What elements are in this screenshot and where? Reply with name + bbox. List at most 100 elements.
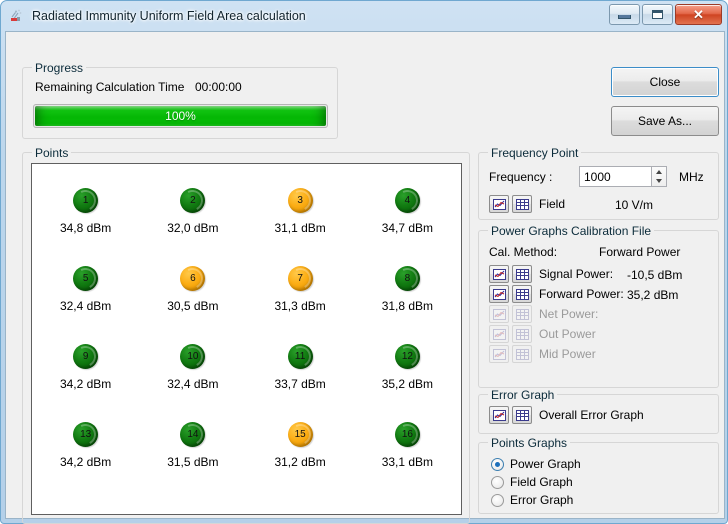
point-cell[interactable]: 1334,2 dBm xyxy=(32,422,139,500)
point-cell[interactable]: 1133,7 dBm xyxy=(247,344,354,422)
calibration-line-graph-icon[interactable] xyxy=(489,265,509,283)
point-status-dot[interactable]: 15 xyxy=(288,422,313,447)
maximize-icon xyxy=(652,10,663,19)
error-graph-group-title: Error Graph xyxy=(488,388,557,402)
field-row: Field xyxy=(489,195,565,213)
calibration-row: Forward Power: xyxy=(489,285,624,303)
radio-button-icon[interactable] xyxy=(491,476,504,489)
point-cell[interactable]: 5 32,4 dBm xyxy=(32,266,139,344)
point-value: 34,2 dBm xyxy=(60,377,111,391)
frequency-unit-label: MHz xyxy=(679,170,704,184)
frequency-input[interactable]: 1000 xyxy=(579,166,651,187)
points-graph-radio-option[interactable]: Error Graph xyxy=(491,493,573,507)
overall-error-line-graph-icon[interactable] xyxy=(489,406,509,424)
radio-button-icon[interactable] xyxy=(491,494,504,507)
overall-error-table-icon[interactable] xyxy=(512,406,532,424)
calibration-row-label: Out Power xyxy=(539,327,596,341)
point-cell[interactable]: 6 30,5 dBm xyxy=(139,266,246,344)
point-number: 5 xyxy=(83,274,89,284)
points-grid: 1 34,8 dBm 2 32,0 dBm 3 31,1 dBm 434,7 dBm 5 32,… xyxy=(32,188,461,500)
cal-method-label: Cal. Method: xyxy=(489,245,557,259)
progress-bar: 100% xyxy=(33,104,328,128)
point-cell[interactable]: 434,7 dBm xyxy=(354,188,461,266)
point-number: 16 xyxy=(402,430,413,440)
point-status-dot[interactable]: 3 xyxy=(288,188,313,213)
point-cell[interactable]: 2 32,0 dBm xyxy=(139,188,246,266)
chevron-down-icon xyxy=(656,179,662,183)
point-cell[interactable]: 731,3 dBm xyxy=(247,266,354,344)
point-cell[interactable]: 3 31,1 dBm xyxy=(247,188,354,266)
point-cell[interactable]: 831,8 dBm xyxy=(354,266,461,344)
point-status-dot[interactable]: 14 xyxy=(180,422,205,447)
calibration-row-value: 35,2 dBm xyxy=(627,288,678,302)
progress-percent-label: 100% xyxy=(165,109,196,123)
point-status-dot[interactable]: 9 xyxy=(73,344,98,369)
frequency-point-group-title: Frequency Point xyxy=(488,146,581,160)
point-status-dot[interactable]: 13 xyxy=(73,422,98,447)
field-line-graph-icon[interactable] xyxy=(489,195,509,213)
minimize-icon xyxy=(618,15,631,19)
point-status-dot[interactable]: 4 xyxy=(395,188,420,213)
remaining-time-label: Remaining Calculation Time xyxy=(35,80,184,94)
point-cell[interactable]: 1633,1 dBm xyxy=(354,422,461,500)
point-value: 32,4 dBm xyxy=(60,299,111,313)
close-window-button[interactable]: ✕ xyxy=(675,4,722,25)
point-number: 9 xyxy=(83,352,89,362)
frequency-point-group: Frequency Point Frequency : 1000 MHz xyxy=(478,152,719,220)
point-value: 32,0 dBm xyxy=(167,221,218,235)
calibration-table-icon xyxy=(512,325,532,343)
calibration-row-label: Forward Power: xyxy=(539,287,624,301)
minimize-button[interactable] xyxy=(609,4,640,25)
calibration-row-label: Signal Power: xyxy=(539,267,613,281)
maximize-button[interactable] xyxy=(642,4,673,25)
point-status-dot[interactable]: 6 xyxy=(180,266,205,291)
points-graph-radio-option[interactable]: Power Graph xyxy=(491,457,581,471)
point-number: 1 xyxy=(83,196,89,206)
field-table-icon[interactable] xyxy=(512,195,532,213)
points-graph-radio-option[interactable]: Field Graph xyxy=(491,475,573,489)
point-status-dot[interactable]: 1 xyxy=(73,188,98,213)
calibration-row: Mid Power xyxy=(489,345,596,363)
point-cell[interactable]: 10 32,4 dBm xyxy=(139,344,246,422)
point-value: 32,4 dBm xyxy=(167,377,218,391)
close-button[interactable]: Close xyxy=(611,67,719,97)
spinner-down-button[interactable] xyxy=(652,177,666,187)
point-number: 3 xyxy=(297,196,303,206)
point-status-dot[interactable]: 12 xyxy=(395,344,420,369)
cal-method-value: Forward Power xyxy=(599,245,680,259)
point-number: 8 xyxy=(405,274,411,284)
point-status-dot[interactable]: 11 xyxy=(288,344,313,369)
error-graph-group: Error Graph xyxy=(478,394,719,434)
point-cell[interactable]: 12 35,2 dBm xyxy=(354,344,461,422)
points-group-title: Points xyxy=(32,146,71,160)
point-status-dot[interactable]: 16 xyxy=(395,422,420,447)
point-status-dot[interactable]: 10 xyxy=(180,344,205,369)
point-value: 35,2 dBm xyxy=(382,377,433,391)
point-number: 10 xyxy=(187,352,198,362)
point-cell[interactable]: 1531,2 dBm xyxy=(247,422,354,500)
point-cell[interactable]: 1431,5 dBm xyxy=(139,422,246,500)
radio-button-icon[interactable] xyxy=(491,458,504,471)
calibration-table-icon[interactable] xyxy=(512,285,532,303)
point-value: 34,8 dBm xyxy=(60,221,111,235)
calibration-row: Signal Power: xyxy=(489,265,613,283)
calibration-table-icon[interactable] xyxy=(512,265,532,283)
point-status-dot[interactable]: 7 xyxy=(288,266,313,291)
point-status-dot[interactable]: 8 xyxy=(395,266,420,291)
frequency-spinner[interactable] xyxy=(651,166,667,187)
point-cell[interactable]: 9 34,2 dBm xyxy=(32,344,139,422)
point-value: 30,5 dBm xyxy=(167,299,218,313)
frequency-label: Frequency : xyxy=(489,170,552,184)
point-number: 4 xyxy=(405,196,411,206)
point-value: 31,1 dBm xyxy=(274,221,325,235)
points-canvas: 1 34,8 dBm 2 32,0 dBm 3 31,1 dBm 434,7 dBm 5 32,… xyxy=(31,163,462,515)
point-number: 14 xyxy=(187,430,198,440)
point-cell[interactable]: 1 34,8 dBm xyxy=(32,188,139,266)
point-status-dot[interactable]: 5 xyxy=(73,266,98,291)
point-number: 6 xyxy=(190,274,196,284)
save-as-button[interactable]: Save As... xyxy=(611,106,719,136)
spinner-up-button[interactable] xyxy=(652,167,666,177)
calibration-line-graph-icon[interactable] xyxy=(489,285,509,303)
point-status-dot[interactable]: 2 xyxy=(180,188,205,213)
point-number: 7 xyxy=(297,274,303,284)
